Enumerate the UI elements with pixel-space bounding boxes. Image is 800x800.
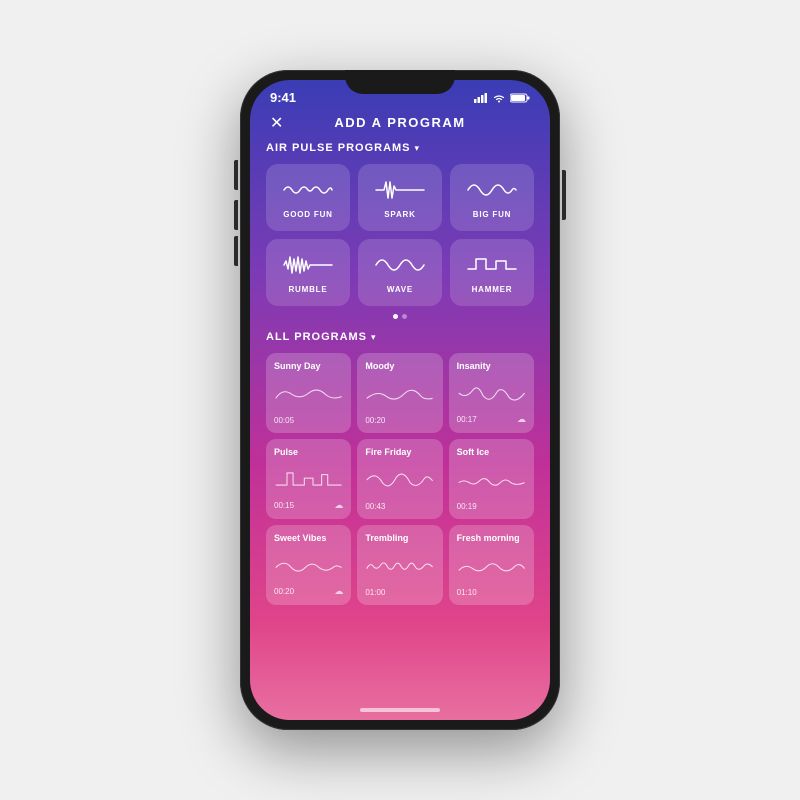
trembling-wave	[365, 551, 434, 581]
signal-icon	[474, 93, 488, 103]
fresh-morning-wave	[457, 551, 526, 581]
big-fun-label: BIG FUN	[473, 210, 512, 219]
main-content[interactable]: AIR PULSE PROGRAMS ▾ GOOD FUN	[250, 138, 550, 700]
pulse-wave	[274, 464, 343, 494]
program-card-pulse[interactable]: Pulse 00:15 ☁	[266, 439, 351, 519]
soft-ice-time: 00:19	[457, 502, 477, 511]
pagination-dots	[266, 314, 534, 319]
sweet-vibes-footer: 00:20 ☁	[274, 586, 343, 597]
phone-screen: 9:41	[250, 80, 550, 720]
fresh-morning-time: 01:10	[457, 588, 477, 597]
page-title: ADD A PROGRAM	[334, 115, 465, 130]
dot-2	[402, 314, 407, 319]
fresh-morning-footer: 01:10	[457, 588, 526, 597]
all-programs-chevron[interactable]: ▾	[371, 332, 376, 343]
sweet-vibes-cloud-icon: ☁	[334, 586, 343, 597]
program-card-moody[interactable]: Moody 00:20	[357, 353, 442, 433]
home-indicator	[250, 700, 550, 720]
fresh-morning-name: Fresh morning	[457, 533, 526, 543]
air-pulse-chevron[interactable]: ▾	[415, 143, 420, 154]
good-fun-label: GOOD FUN	[283, 210, 333, 219]
home-bar	[360, 708, 440, 712]
sweet-vibes-wave	[274, 550, 343, 580]
wave-label: WAVE	[387, 285, 413, 294]
wifi-icon	[492, 93, 506, 103]
moody-time: 00:20	[365, 416, 385, 425]
moody-wave	[365, 379, 434, 409]
program-card-sunny-day[interactable]: Sunny Day 00:05	[266, 353, 351, 433]
sunny-day-footer: 00:05	[274, 416, 343, 425]
hammer-label: HAMMER	[472, 285, 513, 294]
program-card-fire-friday[interactable]: Fire Friday 00:43	[357, 439, 442, 519]
spark-label: SPARK	[384, 210, 415, 219]
all-programs-title: ALL PROGRAMS	[266, 331, 367, 343]
pulse-footer: 00:15 ☁	[274, 500, 343, 511]
app-header: ✕ ADD A PROGRAM	[250, 109, 550, 138]
status-icons	[474, 93, 530, 103]
insanity-cloud-icon: ☁	[517, 414, 526, 425]
moody-name: Moody	[365, 361, 434, 371]
trembling-time: 01:00	[365, 588, 385, 597]
status-time: 9:41	[270, 90, 296, 105]
program-card-trembling[interactable]: Trembling 01:00	[357, 525, 442, 605]
battery-icon	[510, 93, 530, 103]
phone-frame: 9:41	[240, 70, 560, 730]
pulse-time: 00:15	[274, 501, 294, 510]
sweet-vibes-time: 00:20	[274, 587, 294, 596]
air-pulse-title: AIR PULSE PROGRAMS	[266, 142, 411, 154]
program-card-fresh-morning[interactable]: Fresh morning 01:10	[449, 525, 534, 605]
fire-friday-time: 00:43	[365, 502, 385, 511]
all-programs-section-header: ALL PROGRAMS ▾	[266, 331, 534, 343]
pulse-card-good-fun[interactable]: GOOD FUN	[266, 164, 350, 231]
pulse-grid: GOOD FUN SPARK	[266, 164, 534, 306]
soft-ice-footer: 00:19	[457, 502, 526, 511]
spark-icon	[374, 176, 426, 204]
sunny-day-wave	[274, 379, 343, 409]
air-pulse-section-header: AIR PULSE PROGRAMS ▾	[266, 142, 534, 154]
fire-friday-name: Fire Friday	[365, 447, 434, 457]
soft-ice-name: Soft Ice	[457, 447, 526, 457]
insanity-footer: 00:17 ☁	[457, 414, 526, 425]
rumble-label: RUMBLE	[288, 285, 327, 294]
pulse-card-wave[interactable]: WAVE	[358, 239, 442, 306]
pulse-name: Pulse	[274, 447, 343, 457]
big-fun-icon	[466, 176, 518, 204]
sweet-vibes-name: Sweet Vibes	[274, 533, 343, 543]
rumble-icon	[282, 251, 334, 279]
sunny-day-name: Sunny Day	[274, 361, 343, 371]
close-button[interactable]: ✕	[270, 113, 283, 133]
pulse-cloud-icon: ☁	[334, 500, 343, 511]
pulse-card-big-fun[interactable]: BIG FUN	[450, 164, 534, 231]
pulse-card-spark[interactable]: SPARK	[358, 164, 442, 231]
fire-friday-wave	[365, 465, 434, 495]
insanity-name: Insanity	[457, 361, 526, 371]
program-card-soft-ice[interactable]: Soft Ice 00:19	[449, 439, 534, 519]
wave-icon	[374, 251, 426, 279]
fire-friday-footer: 00:43	[365, 502, 434, 511]
program-card-insanity[interactable]: Insanity 00:17 ☁	[449, 353, 534, 433]
trembling-footer: 01:00	[365, 588, 434, 597]
soft-ice-wave	[457, 465, 526, 495]
notch	[345, 70, 455, 94]
pulse-card-rumble[interactable]: RUMBLE	[266, 239, 350, 306]
insanity-time: 00:17	[457, 415, 477, 424]
good-fun-icon	[282, 176, 334, 204]
trembling-name: Trembling	[365, 533, 434, 543]
dot-1	[393, 314, 398, 319]
insanity-wave	[457, 378, 526, 408]
moody-footer: 00:20	[365, 416, 434, 425]
hammer-icon	[466, 251, 518, 279]
pulse-card-hammer[interactable]: HAMMER	[450, 239, 534, 306]
program-card-sweet-vibes[interactable]: Sweet Vibes 00:20 ☁	[266, 525, 351, 605]
sunny-day-time: 00:05	[274, 416, 294, 425]
programs-grid: Sunny Day 00:05 Moody 00:20	[266, 353, 534, 605]
